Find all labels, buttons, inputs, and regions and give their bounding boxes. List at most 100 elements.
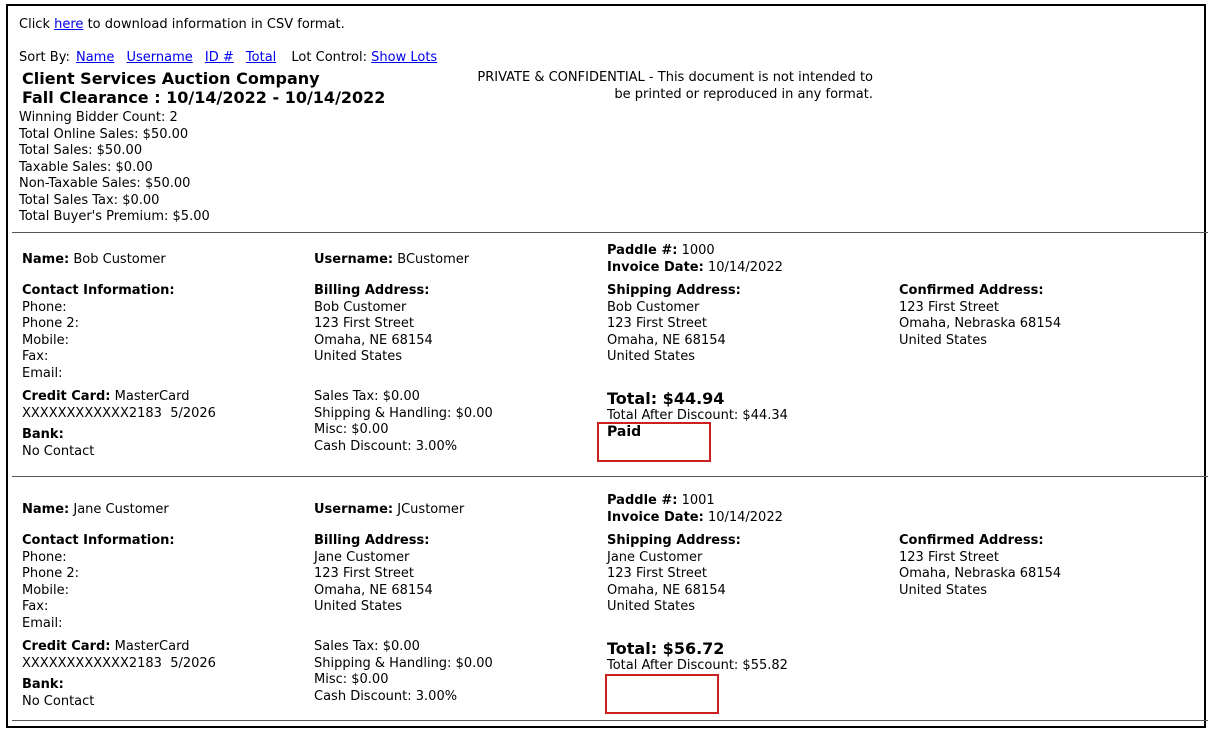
taxable-sales: Taxable Sales: $0.00 xyxy=(19,159,153,175)
lot-control-label: Lot Control: xyxy=(291,50,367,65)
email-label: Email: xyxy=(22,615,63,631)
contact-information: Contact Information: Phone: Phone 2: Mob… xyxy=(22,533,175,632)
sales-tax: Sales Tax: $0.00 xyxy=(314,639,420,654)
divider xyxy=(12,476,1208,477)
shipping-handling: Shipping & Handling: $0.00 xyxy=(314,655,493,671)
billing-address: Billing Address: Jane Customer 123 First… xyxy=(314,533,433,616)
total-sales-tax: Total Sales Tax: $0.00 xyxy=(19,192,160,208)
contact-information: Contact Information: Phone: Phone 2: Mob… xyxy=(22,283,175,382)
phone-label: Phone: xyxy=(22,299,67,315)
bidder-username-value: JCustomer xyxy=(397,502,465,517)
cash-discount: Cash Discount: 3.00% xyxy=(314,688,458,704)
misc-charge: Misc: $0.00 xyxy=(314,422,389,437)
csv-suffix: to download information in CSV format. xyxy=(87,17,345,32)
shipping-address-heading: Shipping Address: xyxy=(607,283,741,298)
divider xyxy=(12,232,1208,233)
shipping-line: 123 First Street xyxy=(607,316,707,331)
credit-card-type: MasterCard xyxy=(114,639,190,654)
sort-by-name-link[interactable]: Name xyxy=(76,50,114,65)
billing-line: 123 First Street xyxy=(314,566,414,581)
sort-by-username-link[interactable]: Username xyxy=(126,50,192,65)
total-after-discount: Total After Discount: $55.82 xyxy=(607,658,788,673)
mobile-label: Mobile: xyxy=(22,332,70,348)
bank-label: Bank: xyxy=(22,677,64,692)
cash-discount: Cash Discount: 3.00% xyxy=(314,438,458,454)
email-label: Email: xyxy=(22,365,63,381)
charges: Sales Tax: $0.00 Shipping & Handling: $0… xyxy=(314,639,493,705)
divider xyxy=(12,720,1208,721)
confirmed-line: Omaha, Nebraska 68154 xyxy=(899,566,1062,581)
confirmed-line: 123 First Street xyxy=(899,549,999,565)
invoice-date-value: 10/14/2022 xyxy=(707,259,783,275)
contact-info-heading: Contact Information: xyxy=(22,533,175,548)
billing-line: 123 First Street xyxy=(314,316,414,331)
payment-info: Credit Card: MasterCard XXXXXXXXXXXX2183… xyxy=(22,389,216,460)
billing-line: United States xyxy=(314,599,403,614)
billing-address: Billing Address: Bob Customer 123 First … xyxy=(314,283,433,366)
misc-charge: Misc: $0.00 xyxy=(314,672,389,687)
invoice-date-label: Invoice Date: xyxy=(607,509,704,525)
sort-by-total-link[interactable]: Total xyxy=(246,50,276,65)
billing-address-heading: Billing Address: xyxy=(314,533,430,548)
confirmed-line: 123 First Street xyxy=(899,299,999,315)
sort-by-label: Sort By: xyxy=(19,50,70,65)
mobile-label: Mobile: xyxy=(22,582,70,598)
contact-info-heading: Contact Information: xyxy=(22,283,175,298)
confirmed-address: Confirmed Address: 123 First Street Omah… xyxy=(899,533,1061,599)
bidder-username: Username: JCustomer xyxy=(314,502,464,519)
shipping-line: Bob Customer xyxy=(607,299,700,315)
company-name: Client Services Auction Company xyxy=(22,69,320,88)
paddle-value: 1000 xyxy=(681,243,715,258)
phone-label: Phone: xyxy=(22,549,67,565)
shipping-address: Shipping Address: Bob Customer 123 First… xyxy=(607,283,741,366)
credit-card-number: XXXXXXXXXXXX2183 5/2026 xyxy=(22,655,216,671)
total-amount: Total: $44.94 xyxy=(607,389,725,408)
paddle-label: Paddle #: xyxy=(607,243,678,258)
bank-value: No Contact xyxy=(22,693,95,709)
name-label: Name: xyxy=(22,502,70,517)
csv-prefix: Click xyxy=(19,17,50,32)
total-amount: Total: $56.72 xyxy=(607,639,725,658)
bidder-name: Name: Jane Customer xyxy=(22,502,169,519)
shipping-address-heading: Shipping Address: xyxy=(607,533,741,548)
name-label: Name: xyxy=(22,252,70,267)
invoice-total: Total: $56.72 Total After Discount: $55.… xyxy=(607,639,788,674)
shipping-line: Omaha, NE 68154 xyxy=(607,582,726,598)
phone2-label: Phone 2: xyxy=(22,316,80,331)
show-lots-link[interactable]: Show Lots xyxy=(371,50,437,65)
credit-card-label: Credit Card: xyxy=(22,389,111,404)
paddle-invoice: Paddle #: 1000 Invoice Date: 10/14/2022 xyxy=(607,243,783,276)
winning-bidder-count: Winning Bidder Count: 2 xyxy=(19,110,178,125)
billing-line: United States xyxy=(314,349,403,364)
bank-label: Bank: xyxy=(22,427,64,442)
total-online-sales: Total Online Sales: $50.00 xyxy=(19,126,189,142)
shipping-line: United States xyxy=(607,349,696,364)
sort-bar: Sort By: Name Username ID # Total Lot Co… xyxy=(19,50,437,67)
paddle-invoice: Paddle #: 1001 Invoice Date: 10/14/2022 xyxy=(607,493,783,526)
shipping-address: Shipping Address: Jane Customer 123 Firs… xyxy=(607,533,741,616)
confirmed-line: United States xyxy=(899,332,988,348)
invoice-date-label: Invoice Date: xyxy=(607,259,704,275)
paddle-value: 1001 xyxy=(681,493,715,508)
confidential-line-1: PRIVATE & CONFIDENTIAL - This document i… xyxy=(477,70,873,85)
total-sales: Total Sales: $50.00 xyxy=(19,143,143,158)
credit-card-type: MasterCard xyxy=(114,389,190,404)
confirmed-address: Confirmed Address: 123 First Street Omah… xyxy=(899,283,1061,349)
bidder-username-value: BCustomer xyxy=(397,252,470,267)
bidder-name-value: Bob Customer xyxy=(73,252,166,267)
sale-summary: Winning Bidder Count: 2 Total Online Sal… xyxy=(19,110,210,226)
sale-title: Fall Clearance : 10/14/2022 - 10/14/2022 xyxy=(22,88,386,107)
total-buyers-premium: Total Buyer's Premium: $5.00 xyxy=(19,209,210,224)
confirmed-line: United States xyxy=(899,582,988,598)
fax-label: Fax: xyxy=(22,349,49,364)
invoice-date-value: 10/14/2022 xyxy=(707,509,783,525)
billing-line: Omaha, NE 68154 xyxy=(314,332,433,348)
username-label: Username: xyxy=(314,252,394,267)
sort-by-id-link[interactable]: ID # xyxy=(205,50,234,65)
csv-download-link[interactable]: here xyxy=(54,17,83,32)
non-taxable-sales: Non-Taxable Sales: $50.00 xyxy=(19,176,191,191)
confirmed-address-heading: Confirmed Address: xyxy=(899,533,1044,548)
confidential-notice: PRIVATE & CONFIDENTIAL - This document i… xyxy=(477,69,873,103)
payment-info: Credit Card: MasterCard XXXXXXXXXXXX2183… xyxy=(22,639,216,710)
status-highlight-box xyxy=(605,674,719,714)
